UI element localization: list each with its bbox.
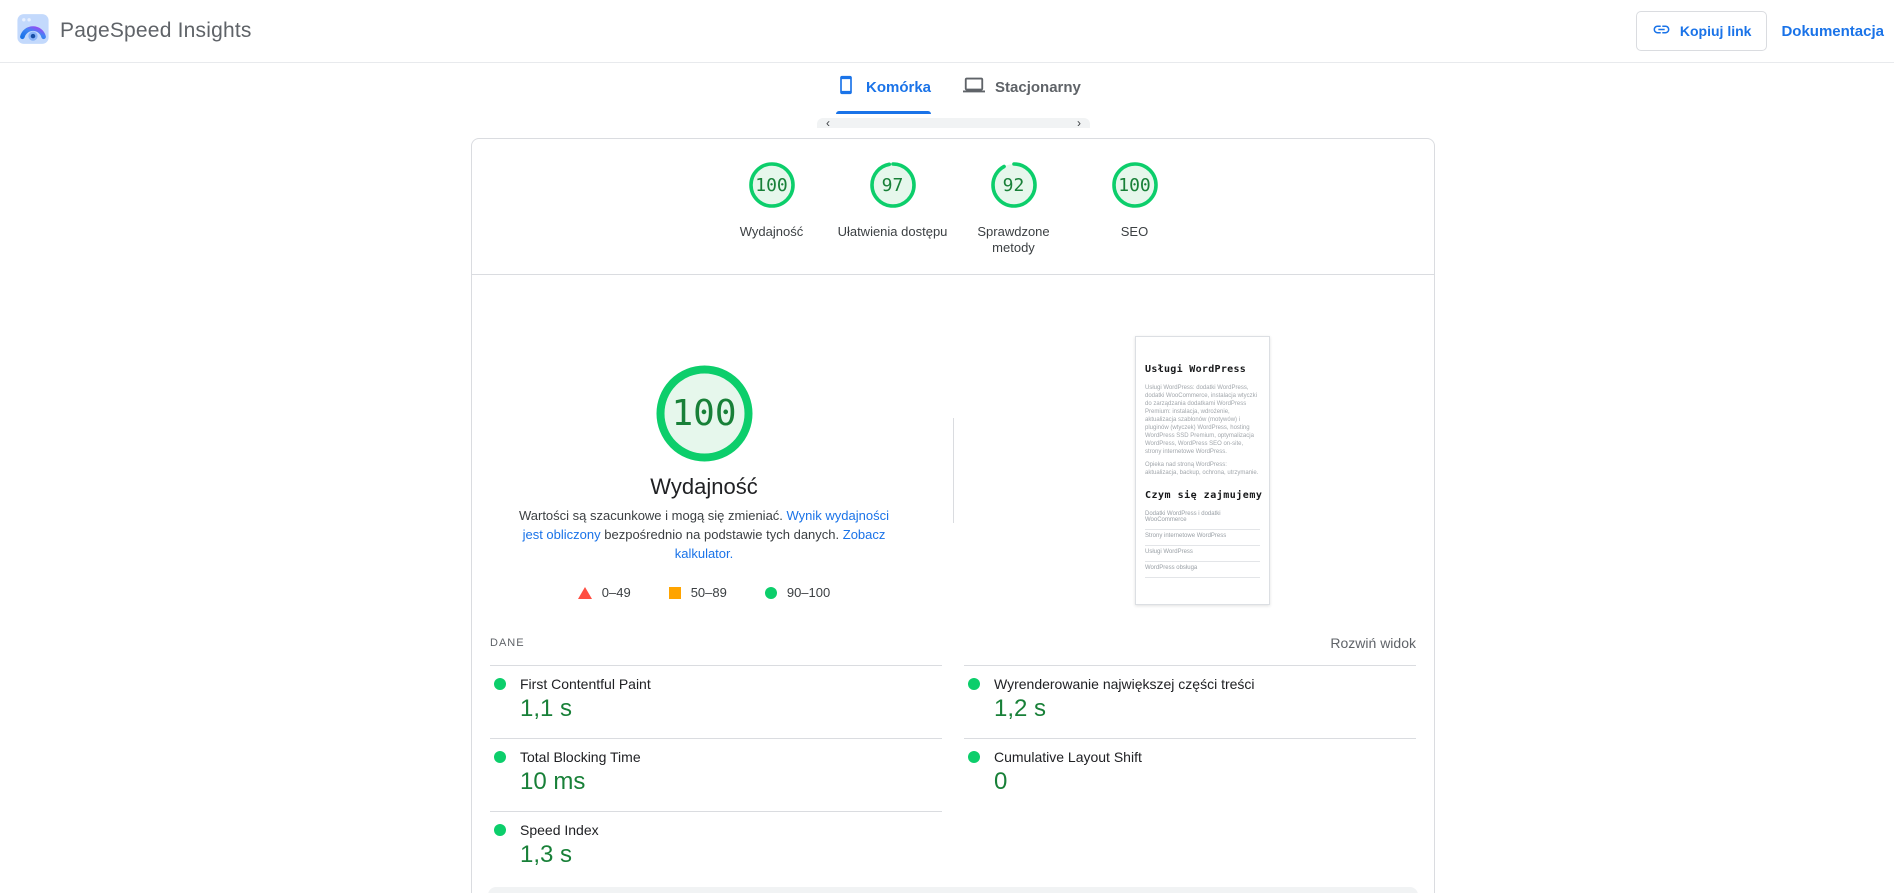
pagespeed-insights-page: PageSpeed Insights Kopiuj link Dokumenta…	[0, 0, 1894, 893]
laptop-icon	[963, 74, 986, 101]
url-carousel-strip: ‹ ›	[817, 118, 1090, 128]
link-icon	[1652, 20, 1671, 42]
carousel-next-icon[interactable]: ›	[1077, 118, 1081, 128]
metrics-columns: First Contentful Paint 1,1 s Total Block…	[490, 665, 1416, 884]
metrics-section: DANE Rozwiń widok First Contentful Paint…	[472, 635, 1434, 884]
header-actions: Kopiuj link Dokumentacja	[1635, 11, 1884, 51]
gauge-description: Wartości są szacunkowe i mogą się zmieni…	[508, 506, 900, 563]
legend-range: 50–89	[690, 585, 727, 600]
app-title: PageSpeed Insights	[60, 19, 252, 42]
category-seo[interactable]: 100 SEO	[1074, 161, 1195, 274]
score-ring: 100	[1111, 161, 1159, 209]
legend-range: 90–100	[786, 585, 831, 600]
device-tabs: Komórka Stacjonarny	[820, 63, 1097, 114]
average-square-icon	[668, 586, 681, 599]
metrics-column-left: First Contentful Paint 1,1 s Total Block…	[490, 665, 942, 884]
metric-status-icon	[968, 678, 980, 690]
category-label: SEO	[1120, 224, 1149, 239]
thumbnail-link: WordPress obsługa	[1145, 562, 1260, 578]
thumbnail-link-list: Dodatki WordPress i dodatki WooCommerce …	[1145, 508, 1260, 578]
thumbnail-heading: Czym się zajmujemy	[1145, 490, 1263, 501]
metric-name: Total Blocking Time	[520, 749, 641, 765]
metric-value: 10 ms	[520, 768, 586, 795]
page-screenshot-thumbnail: Usługi WordPress Usługi WordPress: dodat…	[1135, 336, 1270, 605]
metric-name: Wyrenderowanie największej części treści	[994, 676, 1255, 692]
next-section-strip	[488, 887, 1418, 893]
legend-item-pass: 90–100	[764, 585, 831, 600]
metric-value: 1,2 s	[994, 695, 1047, 722]
score-legend: 0–49 50–89 90–100	[472, 585, 936, 600]
fail-triangle-icon	[577, 586, 592, 599]
metric-name: Cumulative Layout Shift	[994, 749, 1142, 765]
score-value: 97	[881, 174, 904, 196]
score-value: 100	[755, 174, 788, 196]
metrics-section-label: DANE	[490, 637, 525, 649]
thumbnail-paragraph: Opieka nad stroną WordPress: aktualizacj…	[1145, 462, 1259, 476]
app-header: PageSpeed Insights Kopiuj link Dokumenta…	[0, 0, 1894, 63]
legend-range: 0–49	[601, 585, 631, 600]
category-scores-row: 100 Wydajność 97 Ułatwienia dostępu 92 S…	[472, 139, 1434, 275]
gauge-desc-text: Wartości są szacunkowe i mogą się zmieni…	[518, 508, 787, 523]
active-tab-underline	[836, 111, 932, 114]
copy-link-button[interactable]: Kopiuj link	[1635, 11, 1768, 51]
metric-status-icon	[494, 751, 506, 763]
metric-value: 1,3 s	[520, 841, 573, 868]
tab-mobile-label: Komórka	[866, 78, 932, 96]
pass-circle-icon	[764, 586, 777, 599]
metric-value: 1,1 s	[520, 695, 573, 722]
tab-desktop[interactable]: Stacjonarny	[947, 63, 1097, 114]
metrics-header: DANE Rozwiń widok	[490, 635, 1416, 651]
metric-status-icon	[494, 678, 506, 690]
score-value: 92	[1002, 174, 1025, 196]
thumbnail-link: Strony internetowe WordPress	[1145, 530, 1260, 546]
category-best-practices[interactable]: 92 Sprawdzone metody	[953, 161, 1074, 274]
category-performance[interactable]: 100 Wydajność	[711, 161, 832, 274]
category-label: Sprawdzone metody	[977, 224, 1050, 255]
category-label: Ułatwienia dostępu	[837, 224, 948, 239]
metrics-column-right: Wyrenderowanie największej części treści…	[964, 665, 1416, 884]
report-card: 100 Wydajność 97 Ułatwienia dostępu 92 S…	[471, 138, 1435, 893]
home-link[interactable]: PageSpeed Insights	[16, 12, 252, 51]
legend-item-fail: 0–49	[577, 585, 631, 600]
tab-mobile[interactable]: Komórka	[820, 63, 947, 114]
metric-tbt: Total Blocking Time 10 ms	[490, 738, 942, 811]
gauge-title: Wydajność	[650, 474, 758, 499]
category-accessibility[interactable]: 97 Ułatwienia dostępu	[832, 161, 953, 274]
pagespeed-logo-icon	[16, 12, 50, 51]
metric-lcp: Wyrenderowanie największej części treści…	[964, 665, 1416, 738]
gauge-thumbnail-divider	[953, 418, 954, 523]
gauge-desc-text: bezpośrednio na podstawie tych danych.	[600, 527, 843, 542]
score-ring: 100	[748, 161, 796, 209]
carousel-prev-icon[interactable]: ‹	[826, 118, 830, 128]
metric-name: First Contentful Paint	[520, 676, 651, 692]
legend-item-average: 50–89	[668, 585, 727, 600]
score-ring: 97	[869, 161, 917, 209]
thumbnail-heading: Usługi WordPress	[1145, 364, 1247, 375]
metric-speed-index: Speed Index 1,3 s	[490, 811, 942, 884]
copy-link-label: Kopiuj link	[1679, 23, 1752, 39]
thumbnail-link: Usługi WordPress	[1145, 546, 1260, 562]
category-label: Wydajność	[739, 224, 804, 239]
documentation-link[interactable]: Dokumentacja	[1781, 23, 1884, 40]
tab-desktop-label: Stacjonarny	[995, 78, 1081, 96]
metric-cls: Cumulative Layout Shift 0	[964, 738, 1416, 811]
metric-value: 0	[994, 768, 1008, 795]
metric-status-icon	[494, 824, 506, 836]
performance-score-value: 100	[671, 393, 737, 434]
performance-gauge-section: 100 Wydajność Wartości są szacunkowe i m…	[472, 275, 936, 600]
expand-view-link[interactable]: Rozwiń widok	[1330, 635, 1416, 651]
score-ring: 92	[990, 161, 1038, 209]
metric-status-icon	[968, 751, 980, 763]
metric-name: Speed Index	[520, 822, 599, 838]
thumbnail-link: Dodatki WordPress i dodatki WooCommerce	[1145, 508, 1260, 530]
smartphone-icon	[836, 75, 856, 100]
thumbnail-paragraph: Usługi WordPress: dodatki WordPress, dod…	[1145, 385, 1257, 455]
score-value: 100	[1118, 174, 1151, 196]
performance-gauge: 100	[656, 365, 753, 462]
metric-fcp: First Contentful Paint 1,1 s	[490, 665, 942, 738]
